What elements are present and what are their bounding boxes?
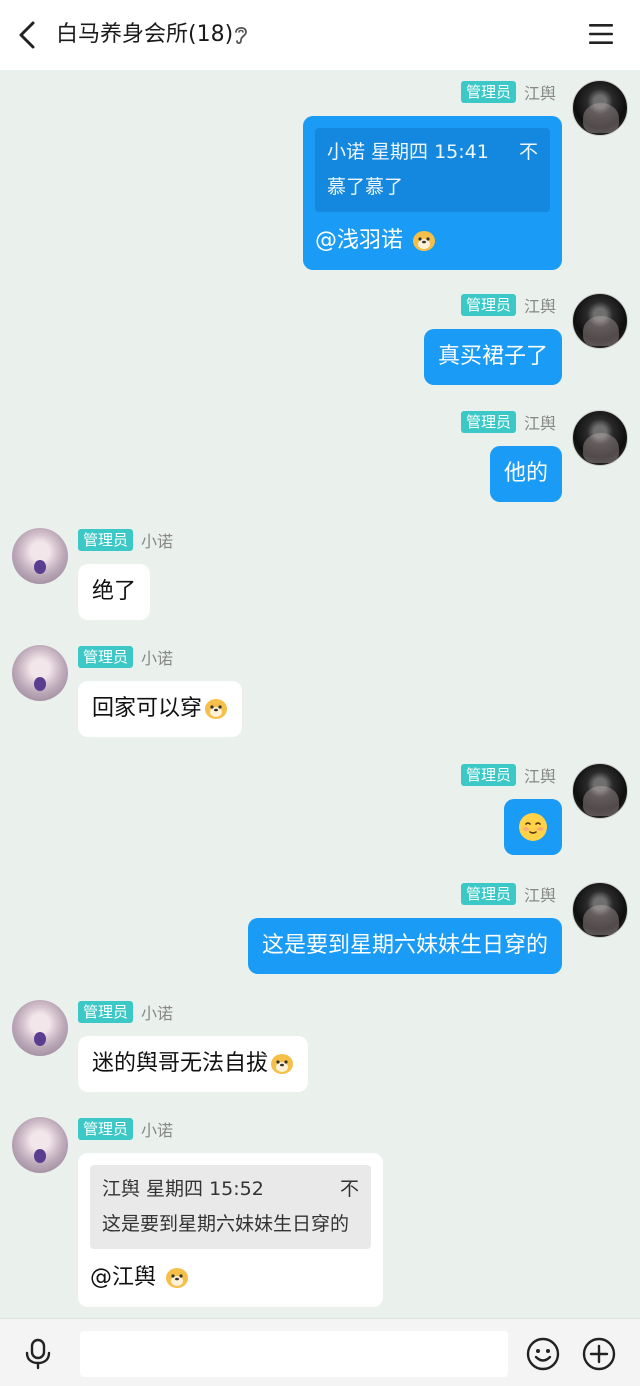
message-bubble[interactable] [504, 799, 562, 855]
quote-header: 小诺 星期四 15:41 [327, 141, 489, 163]
message-input[interactable] [80, 1331, 508, 1377]
ear-icon [235, 26, 247, 45]
admin-badge: 管理员 [460, 883, 516, 905]
smiling-face-emoji-icon [519, 813, 547, 841]
sender-name: 小诺 [141, 1121, 174, 1140]
quote-header: 江舆 星期四 15:52 [102, 1178, 264, 1200]
admin-badge: 管理员 [460, 81, 516, 103]
message-meta: 管理员 江舆 [460, 293, 556, 317]
message-bubble[interactable]: 迷的舆哥无法自拔 [78, 1036, 309, 1092]
sender-name: 小诺 [141, 649, 174, 668]
avatar[interactable] [12, 528, 68, 584]
sender-name: 江舆 [523, 414, 556, 433]
quote-body: 慕了慕了 [327, 176, 404, 198]
doge-emoji-icon [205, 699, 228, 719]
message-meta: 管理员 小诺 [78, 528, 173, 552]
message-bubble[interactable]: 小诺 星期四 15:41 不 慕了慕了 @浅羽诺 [303, 116, 562, 270]
quote-close: 不 [518, 141, 538, 163]
sender-name: 江舆 [523, 84, 556, 103]
message-meta: 管理员 江舆 [460, 882, 556, 906]
avatar[interactable] [572, 882, 628, 938]
doge-emoji-icon [271, 1054, 294, 1074]
message-meta: 管理员 小诺 [78, 645, 173, 669]
sender-name: 小诺 [141, 532, 174, 551]
message-bubble[interactable]: 回家可以穿 [78, 681, 243, 737]
message-meta: 管理员 小诺 [78, 1117, 173, 1141]
message-text: 绝了 [92, 579, 137, 604]
quoted-message[interactable]: 江舆 星期四 15:52 不 这是要到星期六妹妹生日穿的 [90, 1165, 371, 1249]
avatar[interactable] [12, 1117, 68, 1173]
admin-badge: 管理员 [460, 764, 516, 786]
doge-emoji-icon [166, 1268, 189, 1288]
message-bubble[interactable]: 绝了 [78, 564, 151, 620]
sender-name: 小诺 [141, 1004, 174, 1023]
message-meta: 管理员 江舆 [460, 410, 556, 434]
message-meta: 管理员 小诺 [78, 1000, 173, 1024]
chat-title: 白马养身会所(18) [56, 22, 234, 47]
top-bar: 白马养身会所(18) [0, 0, 640, 70]
message-bubble[interactable]: 他的 [489, 446, 562, 502]
avatar[interactable] [572, 410, 628, 466]
message-text: 回家可以穿 [92, 696, 203, 721]
quote-body: 这是要到星期六妹妹生日穿的 [102, 1213, 350, 1235]
quoted-message[interactable]: 小诺 星期四 15:41 不 慕了慕了 [315, 128, 550, 212]
avatar[interactable] [12, 1000, 68, 1056]
message-text: 这是要到星期六妹妹生日穿的 [261, 933, 548, 958]
message-bubble[interactable]: 江舆 星期四 15:52 不 这是要到星期六妹妹生日穿的 @江舆 [78, 1153, 383, 1307]
chat-message-list[interactable]: 管理员 江舆 小诺 星期四 15:41 不 慕了慕了 @浅羽诺 管理员 江舆 真买… [0, 70, 640, 1318]
admin-badge: 管理员 [460, 411, 516, 433]
input-bar [0, 1318, 640, 1386]
microphone-icon[interactable] [24, 1338, 52, 1370]
message-text: 他的 [503, 461, 548, 486]
quote-close: 不 [339, 1178, 359, 1200]
avatar[interactable] [572, 80, 628, 136]
message-text: 迷的舆哥无法自拔 [92, 1051, 269, 1076]
sender-name: 江舆 [523, 297, 556, 316]
message-text: 真买裙子了 [437, 344, 548, 369]
sender-name: 江舆 [523, 767, 556, 786]
mention-text: @浅羽诺 [315, 228, 404, 253]
admin-badge: 管理员 [78, 1118, 134, 1140]
admin-badge: 管理员 [78, 1001, 134, 1023]
message-meta: 管理员 江舆 [460, 80, 556, 104]
message-bubble[interactable]: 这是要到星期六妹妹生日穿的 [247, 918, 562, 974]
avatar[interactable] [12, 645, 68, 701]
back-arrow-icon[interactable] [14, 20, 42, 50]
admin-badge: 管理员 [460, 294, 516, 316]
message-meta: 管理员 江舆 [460, 763, 556, 787]
avatar[interactable] [572, 763, 628, 819]
mention-line: @浅羽诺 [315, 226, 550, 256]
admin-badge: 管理员 [78, 529, 134, 551]
message-bubble[interactable]: 真买裙子了 [423, 329, 562, 385]
mention-line: @江舆 [90, 1263, 371, 1293]
sender-name: 江舆 [523, 886, 556, 905]
menu-icon[interactable] [588, 22, 614, 46]
avatar[interactable] [572, 293, 628, 349]
plus-icon[interactable] [582, 1337, 616, 1371]
doge-emoji-icon [413, 231, 436, 251]
smile-icon[interactable] [526, 1337, 560, 1371]
admin-badge: 管理员 [78, 646, 134, 668]
mention-text: @江舆 [90, 1265, 157, 1290]
